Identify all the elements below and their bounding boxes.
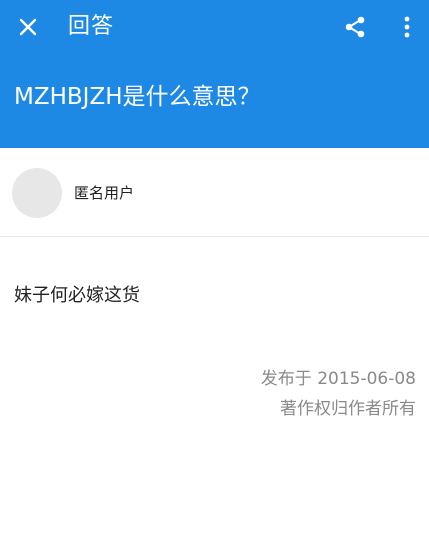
toolbar-title: 回答 <box>68 14 115 39</box>
avatar[interactable] <box>12 168 62 218</box>
more-vertical-icon <box>404 16 410 38</box>
share-icon <box>345 16 365 38</box>
close-button[interactable] <box>14 13 42 41</box>
more-options-button[interactable] <box>393 13 421 41</box>
close-icon <box>19 18 37 36</box>
author-row[interactable]: 匿名用户 <box>0 148 429 237</box>
copyright-notice: 著作权归作者所有 <box>280 399 416 419</box>
share-button[interactable] <box>341 13 369 41</box>
question-title[interactable]: MZHBJZH是什么意思？ <box>14 82 261 112</box>
answer-body: 妹子何必嫁这货 <box>14 285 140 306</box>
app-header: 回答 MZHBJZH是什么意思？ <box>0 0 429 148</box>
answer-meta: 发布于 2015-06-08 著作权归作者所有 <box>261 364 416 424</box>
publish-date: 发布于 2015-06-08 <box>260 369 416 389</box>
toolbar: 回答 <box>0 0 429 56</box>
author-name: 匿名用户 <box>74 184 135 202</box>
